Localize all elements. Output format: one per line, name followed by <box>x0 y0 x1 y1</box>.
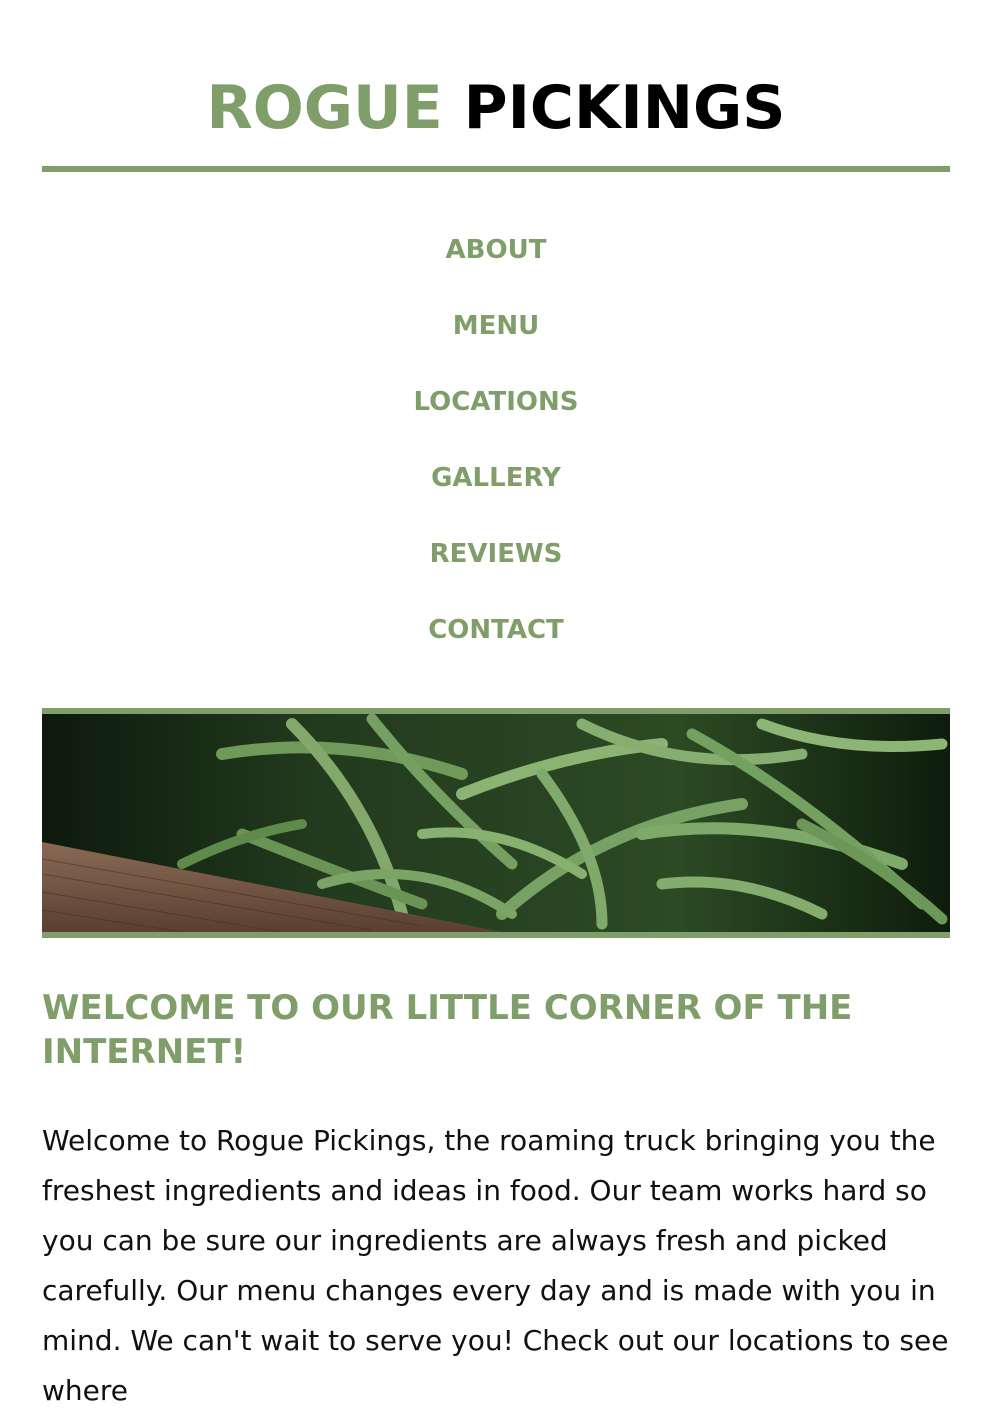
header-divider <box>42 166 950 172</box>
nav-item-reviews: REVIEWS <box>42 530 950 606</box>
logo-word-pickings: PICKINGS <box>463 73 786 143</box>
hero-green-beans-image <box>42 714 950 932</box>
nav-link-locations[interactable]: LOCATIONS <box>414 378 579 426</box>
welcome-heading: WELCOME TO OUR LITTLE CORNER OF THE INTE… <box>42 988 853 1072</box>
nav-link-menu[interactable]: MENU <box>453 302 540 350</box>
nav-link-gallery[interactable]: GALLERY <box>431 454 561 502</box>
nav-item-about: ABOUT <box>42 226 950 302</box>
logo-word-rogue: ROGUE <box>206 73 443 143</box>
welcome-paragraph: Welcome to Rogue Pickings, the roaming t… <box>42 1124 949 1407</box>
main-navigation: ABOUT MENU LOCATIONS GALLERY REVIEWS CON… <box>42 226 950 682</box>
nav-link-contact[interactable]: CONTACT <box>428 606 564 654</box>
nav-item-gallery: GALLERY <box>42 454 950 530</box>
site-logo[interactable]: ROGUE PICKINGS <box>42 70 950 146</box>
hero-banner <box>42 708 950 938</box>
nav-link-about[interactable]: ABOUT <box>446 226 547 274</box>
nav-link-reviews[interactable]: REVIEWS <box>430 530 563 578</box>
nav-item-contact: CONTACT <box>42 606 950 682</box>
nav-item-locations: LOCATIONS <box>42 378 950 454</box>
nav-item-menu: MENU <box>42 302 950 378</box>
